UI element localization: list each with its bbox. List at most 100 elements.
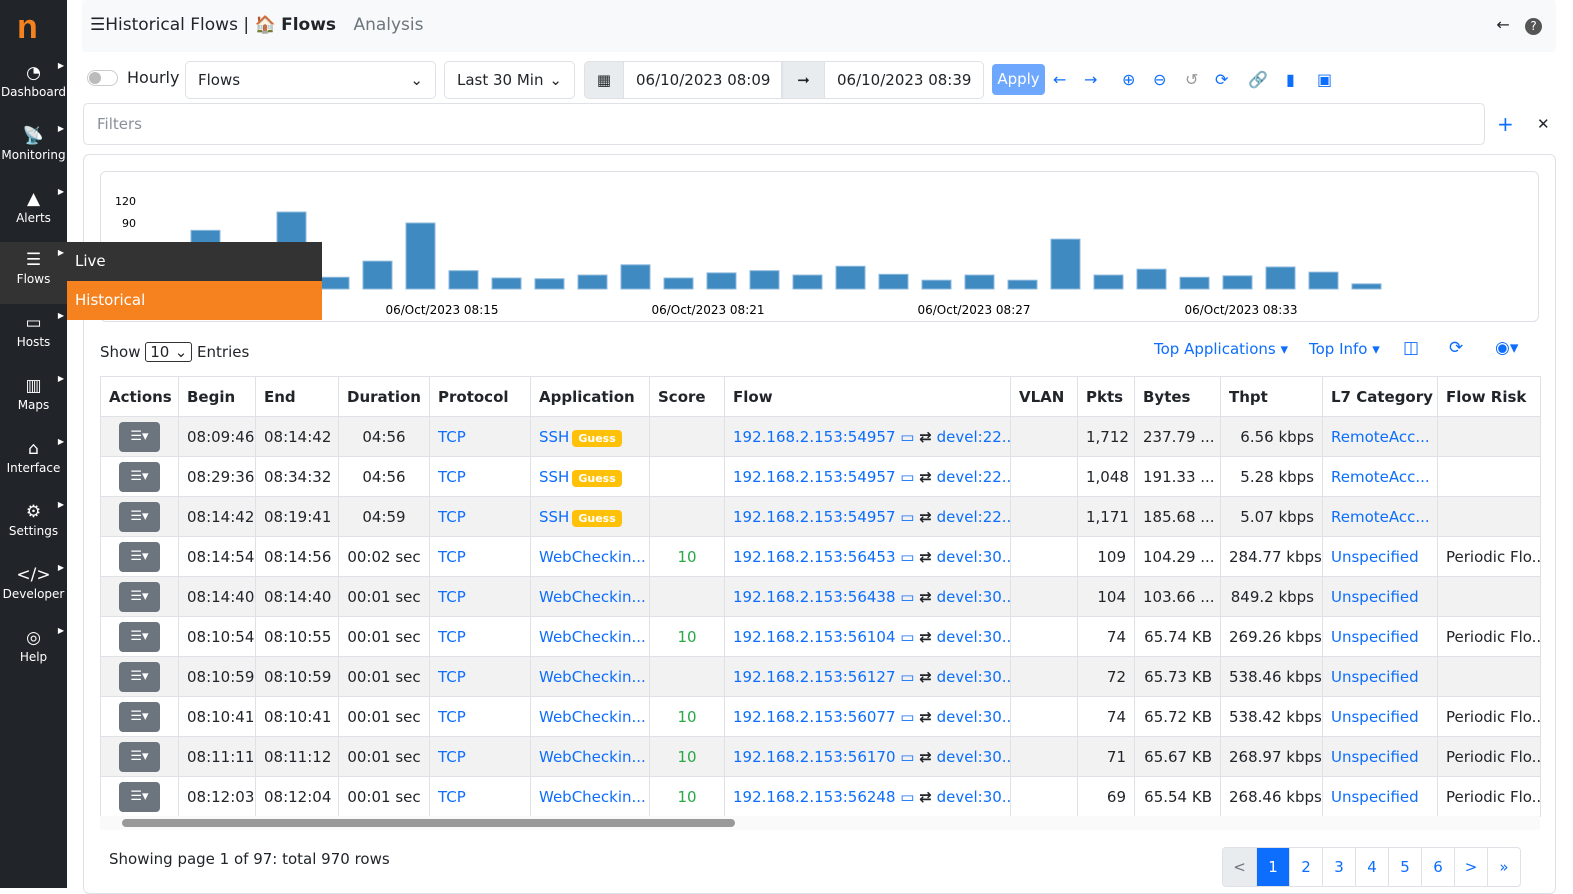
chart-bar[interactable] <box>577 274 608 290</box>
chart-bar[interactable] <box>405 222 436 290</box>
visibility-dropdown-icon[interactable]: ◉▾ <box>1495 338 1518 358</box>
column-header[interactable]: Bytes <box>1134 376 1221 417</box>
server-link[interactable]: devel:30... <box>937 588 1010 606</box>
columns-icon[interactable]: ◫ <box>1403 338 1419 358</box>
protocol-link[interactable]: TCP <box>438 468 466 486</box>
protocol-link[interactable]: TCP <box>438 508 466 526</box>
chart-bar[interactable] <box>921 279 952 290</box>
column-header[interactable]: Actions <box>100 376 179 417</box>
apply-button[interactable]: Apply <box>992 64 1045 95</box>
scrollbar-thumb[interactable] <box>122 819 735 827</box>
home-icon[interactable]: 🏠 <box>255 15 276 35</box>
shift-forward-icon[interactable]: → <box>1084 70 1097 89</box>
sidebar-item-help[interactable]: ◎ Help ▶ <box>0 620 67 682</box>
server-link[interactable]: devel:30... <box>937 628 1010 646</box>
tab-analysis[interactable]: Analysis <box>353 15 423 35</box>
server-link[interactable]: devel:30... <box>937 748 1010 766</box>
page-button[interactable]: > <box>1454 848 1487 886</box>
shift-back-icon[interactable]: ← <box>1053 70 1066 89</box>
horizontal-scrollbar[interactable] <box>100 816 1540 830</box>
server-link[interactable]: devel:30... <box>937 668 1010 686</box>
protocol-link[interactable]: TCP <box>438 588 466 606</box>
zoom-out-icon[interactable]: ⊖ <box>1153 70 1166 89</box>
chart-bar[interactable] <box>1050 238 1081 290</box>
chart-bar[interactable] <box>792 274 823 290</box>
client-link[interactable]: 192.168.2.153:54957 <box>733 428 896 446</box>
chart-bar[interactable] <box>1136 268 1167 290</box>
client-link[interactable]: 192.168.2.153:56438 <box>733 588 896 606</box>
chart-bar[interactable] <box>1093 274 1124 290</box>
hamburger-icon[interactable]: ☰ <box>90 15 105 35</box>
chart-bar[interactable] <box>835 265 866 290</box>
chart-bar[interactable] <box>964 274 995 290</box>
application-link[interactable]: WebCheckin... <box>539 668 646 686</box>
client-link[interactable]: 192.168.2.153:56077 <box>733 708 896 726</box>
chart-bar[interactable] <box>1308 271 1339 290</box>
l7-category-link[interactable]: Unspecified <box>1331 588 1419 606</box>
sidebar-item-dashboard[interactable]: ◔ Dashboard ▶ <box>0 55 67 117</box>
page-button[interactable]: 3 <box>1322 848 1355 886</box>
page-button[interactable]: » <box>1487 848 1520 886</box>
from-date-input[interactable]: 06/10/2023 08:09 <box>623 61 782 99</box>
column-header[interactable]: End <box>255 376 339 417</box>
file-icon[interactable]: ▮ <box>1286 70 1295 89</box>
sidebar-item-developer[interactable]: </> Developer ▶ <box>0 557 67 619</box>
page-button[interactable]: < <box>1223 848 1256 886</box>
protocol-link[interactable]: TCP <box>438 428 466 446</box>
sidebar-item-alerts[interactable]: ▲ Alerts ▶ <box>0 181 67 243</box>
protocol-link[interactable]: TCP <box>438 668 466 686</box>
row-actions-button[interactable]: ☰▾ <box>119 501 160 532</box>
top-applications-dropdown[interactable]: Top Applications ▾ <box>1154 340 1288 358</box>
column-header[interactable]: Begin <box>178 376 256 417</box>
row-actions-button[interactable]: ☰▾ <box>119 781 160 812</box>
l7-category-link[interactable]: Unspecified <box>1331 548 1419 566</box>
range-select[interactable]: Last 30 Min ⌄ <box>444 61 575 99</box>
table-refresh-icon[interactable]: ⟳ <box>1449 338 1463 358</box>
chart-bar[interactable] <box>1222 275 1253 290</box>
server-link[interactable]: devel:30... <box>937 788 1010 806</box>
page-button[interactable]: 1 <box>1256 848 1289 886</box>
application-link[interactable]: SSH <box>539 468 569 486</box>
zoom-in-icon[interactable]: ⊕ <box>1122 70 1135 89</box>
column-header[interactable]: Duration <box>338 376 430 417</box>
server-link[interactable]: devel:22... <box>937 468 1010 486</box>
chart-bar[interactable] <box>1179 276 1210 290</box>
page-button[interactable]: 5 <box>1388 848 1421 886</box>
chart-bar[interactable] <box>448 270 479 290</box>
back-arrow-icon[interactable]: ← <box>1496 15 1509 34</box>
server-link[interactable]: devel:30... <box>937 708 1010 726</box>
link-icon[interactable]: 🔗 <box>1248 70 1268 89</box>
client-link[interactable]: 192.168.2.153:54957 <box>733 508 896 526</box>
column-header[interactable]: Thpt <box>1220 376 1323 417</box>
l7-category-link[interactable]: RemoteAcc... <box>1331 468 1430 486</box>
chart-bar[interactable] <box>491 277 522 290</box>
row-actions-button[interactable]: ☰▾ <box>119 741 160 772</box>
page-button[interactable]: 6 <box>1421 848 1454 886</box>
row-actions-button[interactable]: ☰▾ <box>119 421 160 452</box>
chart-bar[interactable] <box>706 272 737 290</box>
protocol-link[interactable]: TCP <box>438 788 466 806</box>
column-header[interactable]: L7 Category <box>1322 376 1438 417</box>
entries-select[interactable]: 10 ⌄ <box>145 342 193 362</box>
l7-category-link[interactable]: Unspecified <box>1331 708 1419 726</box>
ntopng-logo[interactable]: n <box>17 8 38 47</box>
chart-bar[interactable] <box>362 260 393 290</box>
l7-category-link[interactable]: Unspecified <box>1331 628 1419 646</box>
l7-category-link[interactable]: RemoteAcc... <box>1331 428 1430 446</box>
row-actions-button[interactable]: ☰▾ <box>119 541 160 572</box>
row-actions-button[interactable]: ☰▾ <box>119 581 160 612</box>
calendar-icon[interactable]: ▦ <box>584 61 624 99</box>
chart-bar[interactable] <box>749 270 780 290</box>
application-link[interactable]: WebCheckin... <box>539 788 646 806</box>
view-select[interactable]: Flows ⌄ <box>185 61 436 99</box>
column-header[interactable]: Pkts <box>1077 376 1135 417</box>
help-icon[interactable]: ? <box>1525 18 1542 35</box>
client-link[interactable]: 192.168.2.153:54957 <box>733 468 896 486</box>
sidebar-item-settings[interactable]: ⚙ Settings ▶ <box>0 494 67 556</box>
snapshot-icon[interactable]: ▣ <box>1317 70 1332 89</box>
column-header[interactable]: Score <box>649 376 725 417</box>
column-header[interactable]: Application <box>530 376 650 417</box>
chart-bar[interactable] <box>1265 266 1296 290</box>
sidebar-item-hosts[interactable]: ▭ Hosts ▶ <box>0 305 67 367</box>
l7-category-link[interactable]: RemoteAcc... <box>1331 508 1430 526</box>
